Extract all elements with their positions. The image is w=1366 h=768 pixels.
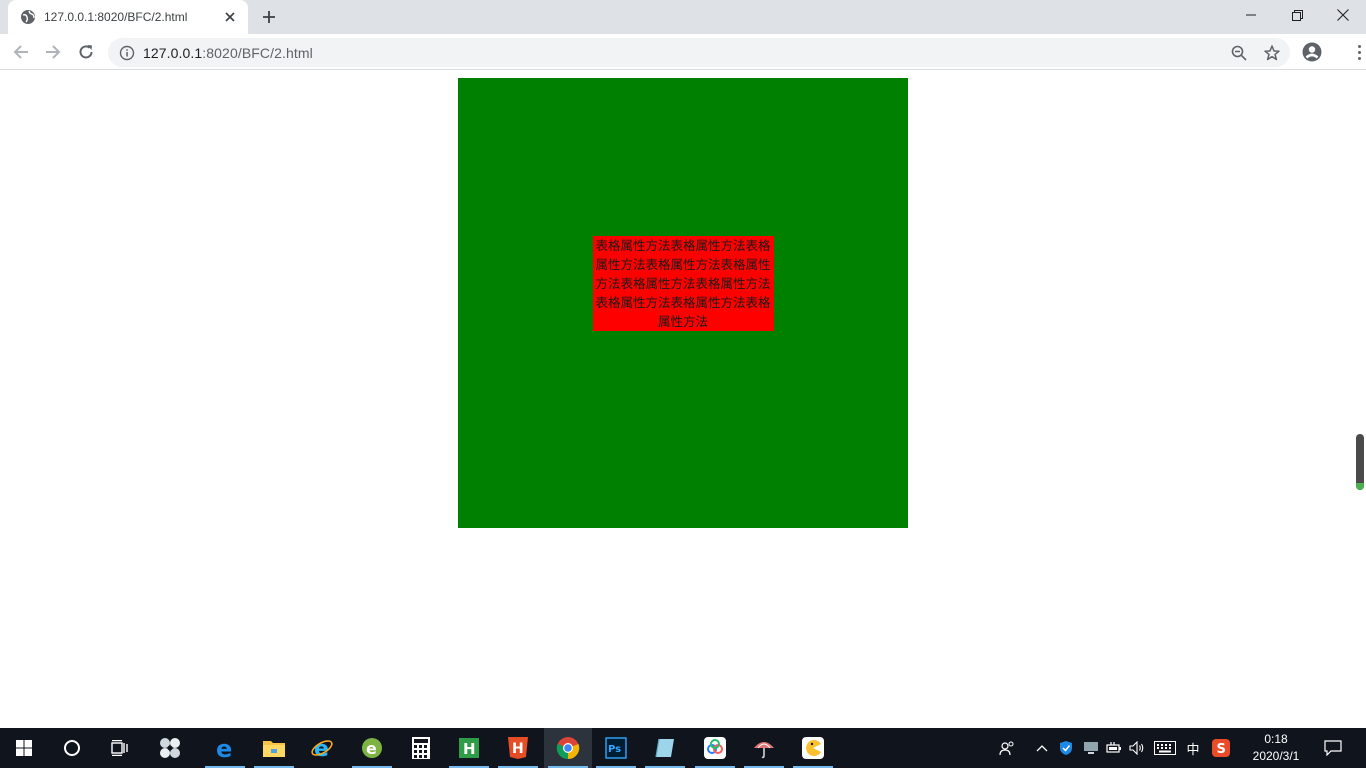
globe-icon [20, 9, 36, 25]
svg-text:Ps: Ps [608, 744, 621, 755]
svg-text:S: S [1217, 742, 1226, 757]
clock-date: 2020/3/1 [1252, 749, 1300, 763]
profile-avatar-icon[interactable] [1300, 40, 1324, 64]
internet-explorer-icon[interactable]: e [298, 728, 346, 768]
minimize-button[interactable] [1228, 0, 1274, 30]
sogou-ime-icon[interactable]: S [1208, 728, 1234, 768]
volume-icon[interactable] [1126, 728, 1148, 768]
scrollbar-thumb[interactable] [1356, 434, 1364, 490]
zoom-icon[interactable] [1228, 42, 1250, 64]
tab-title: 127.0.0.1:8020/BFC/2.html [44, 10, 188, 24]
umbrella-app-icon[interactable] [740, 728, 788, 768]
url-text: 127.0.0.1:8020/BFC/2.html [143, 45, 313, 61]
bookmark-star-icon[interactable] [1261, 42, 1283, 64]
browser-tab[interactable]: 127.0.0.1:8020/BFC/2.html [8, 0, 248, 34]
system-clock[interactable]: 0:18 2020/3/1 [1240, 730, 1312, 766]
page-viewport: 表格属性方法表格属性方法表格属性方法表格属性方法表格属性方法表格属性方法表格属性… [0, 71, 1366, 728]
url-path: :8020/BFC/2.html [202, 44, 313, 61]
hbuilder-icon[interactable]: H [445, 728, 493, 768]
forward-button[interactable] [39, 38, 67, 66]
action-center-icon[interactable] [1318, 728, 1348, 768]
clock-time: 0:18 [1264, 732, 1288, 746]
cortana-icon[interactable] [48, 728, 96, 768]
file-explorer-icon[interactable] [250, 728, 298, 768]
new-tab-button[interactable] [258, 6, 280, 28]
green-container: 表格属性方法表格属性方法表格属性方法表格属性方法表格属性方法表格属性方法表格属性… [458, 78, 908, 528]
tab-close-icon[interactable] [220, 7, 240, 27]
table-cell: 表格属性方法表格属性方法表格属性方法表格属性方法表格属性方法表格属性方法表格属性… [592, 235, 774, 331]
close-window-button[interactable] [1320, 0, 1366, 30]
chrome-icon[interactable] [544, 728, 592, 768]
photoshop-icon[interactable]: Ps [592, 728, 640, 768]
keyboard-icon[interactable] [1152, 728, 1178, 768]
tab-strip: 127.0.0.1:8020/BFC/2.html [0, 0, 1366, 34]
ie-green-icon[interactable]: e [348, 728, 396, 768]
address-bar[interactable]: 127.0.0.1:8020/BFC/2.html [108, 38, 1290, 67]
svg-text:H: H [512, 741, 524, 757]
battery-icon[interactable] [1104, 728, 1124, 768]
pacman-game-icon[interactable] [789, 728, 837, 768]
notes-icon[interactable] [641, 728, 689, 768]
shield-icon[interactable] [1056, 728, 1076, 768]
task-view-icon[interactable] [96, 728, 144, 768]
svg-text:e: e [366, 739, 377, 758]
svg-text:H: H [463, 740, 476, 758]
pinwheel-app-icon[interactable] [146, 728, 194, 768]
url-host: 127.0.0.1 [143, 44, 203, 61]
display-icon[interactable] [1080, 728, 1102, 768]
baidu-cloud-icon[interactable] [691, 728, 739, 768]
restore-button[interactable] [1274, 0, 1320, 30]
calculator-icon[interactable] [397, 728, 445, 768]
people-icon[interactable] [994, 728, 1020, 768]
svg-text:e: e [216, 736, 232, 760]
chrome-menu-icon[interactable] [1352, 40, 1366, 64]
info-icon[interactable] [119, 45, 135, 61]
start-icon[interactable] [0, 728, 48, 768]
reload-button[interactable] [72, 38, 100, 66]
edge-icon[interactable]: e [201, 728, 249, 768]
chevron-up-icon[interactable] [1032, 728, 1052, 768]
back-button[interactable] [7, 38, 35, 66]
ime-indicator[interactable]: 中 [1182, 728, 1204, 768]
html5-editor-icon[interactable]: H [494, 728, 542, 768]
windows-taskbar: e e e H H Ps 中 S 0:18 2020/3/1 [0, 728, 1366, 768]
browser-toolbar: 127.0.0.1:8020/BFC/2.html [0, 34, 1366, 70]
